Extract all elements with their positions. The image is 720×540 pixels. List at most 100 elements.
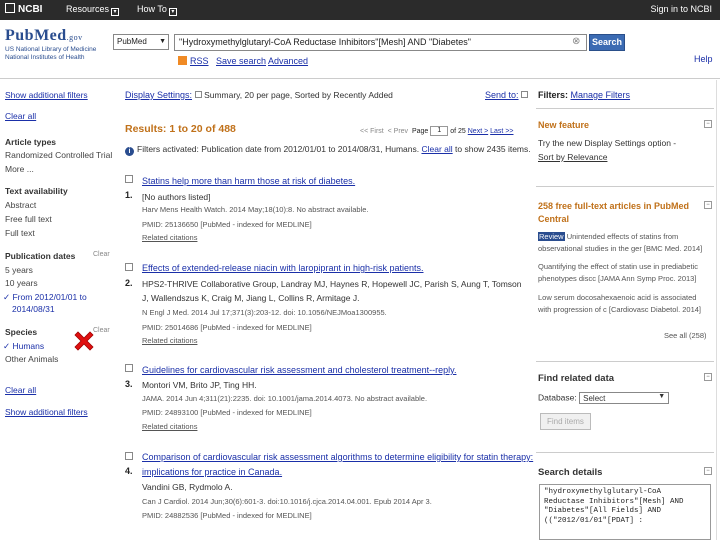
search-details-heading: Search details (538, 467, 603, 478)
filter-other-animals[interactable]: Other Animals (5, 354, 58, 364)
result-number: 2. (125, 278, 133, 288)
separator (536, 452, 714, 453)
send-to-menu[interactable]: Send to: (485, 90, 529, 100)
find-items-button[interactable]: Find items (540, 413, 591, 430)
howto-label: How To (137, 4, 167, 14)
free-article-3[interactable]: Low serum docosahexaenoic acid is associ… (538, 293, 696, 302)
review-badge: Review (538, 232, 565, 241)
howto-menu[interactable]: How To ▾ (137, 4, 177, 16)
free-article-3-line2: with progression of c [Cardiovasc Diabet… (538, 305, 702, 314)
filter-randomized-trial[interactable]: Randomized Controlled Trial (5, 150, 112, 160)
clear-search-icon[interactable]: ⊗ (572, 36, 580, 47)
collapse-icon[interactable]: − (704, 120, 712, 128)
filter-more-article-types[interactable]: More ... (5, 164, 34, 174)
rss-link[interactable]: RSS (178, 56, 209, 66)
free-article-1-line1: Unintended effects of statins from (566, 232, 679, 241)
rss-label: RSS (190, 56, 209, 66)
result-title[interactable]: Effects of extended-release niacin with … (142, 263, 424, 273)
result-checkbox[interactable] (125, 364, 133, 374)
free-article-1[interactable]: Review Unintended effects of statins fro… (538, 232, 678, 241)
filters-bar: Filters: Manage Filters (538, 90, 630, 100)
pubmed-logo[interactable]: PubMed.gov (5, 27, 83, 45)
resources-label: Resources (66, 4, 110, 14)
result-title[interactable]: Statins help more than harm those at ris… (142, 176, 355, 186)
display-settings-link[interactable]: Display Settings: (125, 90, 192, 100)
separator (536, 361, 714, 362)
database-value: PubMed (117, 37, 147, 46)
pubdates-clear-link[interactable]: Clear (93, 251, 110, 258)
search-input[interactable]: "Hydroxymethylglutaryl-CoA Reductase Inh… (174, 34, 587, 51)
resources-menu[interactable]: Resources ▾ (66, 4, 120, 16)
right-sidebar: Filters: Manage Filters New feature − Tr… (532, 80, 720, 540)
result-journal: Harv Mens Health Watch. 2014 May;18(10):… (142, 205, 369, 214)
filter-humans-selected[interactable]: ✓ Humans (3, 341, 44, 352)
collapse-icon[interactable]: − (704, 373, 712, 381)
filter-full-text[interactable]: Full text (5, 228, 35, 238)
filters-message: Filters activated: Publication date from… (137, 144, 420, 154)
search-button[interactable]: Search (589, 34, 625, 51)
result-authors: Montori VM, Brito JP, Ting HH. (142, 380, 257, 390)
save-search-link[interactable]: Save search (216, 56, 266, 66)
signin-link[interactable]: Sign in to NCBI (650, 4, 712, 14)
free-article-2-line2: phenotypes discc [JAMA Ann Symp Proc. 20… (538, 274, 697, 283)
search-details-textarea[interactable]: "hydroxymethylglutaryl-CoA Reductase Inh… (539, 484, 711, 540)
related-citations-link[interactable]: Related citations (142, 233, 197, 242)
related-citations-link[interactable]: Related citations (142, 422, 197, 431)
result-title[interactable]: Comparison of cardiovascular risk assess… (142, 452, 533, 462)
show-additional-filters-link[interactable]: Show additional filters (5, 90, 88, 100)
red-x-icon (74, 331, 94, 351)
logo-text: PubMed (5, 27, 67, 44)
article-types-heading: Article types (5, 137, 57, 147)
database-dropdown[interactable]: Select ▼ (579, 392, 670, 404)
find-items-label: Find items (540, 413, 591, 430)
ncbi-topbar: NCBI Resources ▾ How To ▾ Sign in to NCBI (0, 0, 720, 20)
related-citations-link[interactable]: Related citations (142, 336, 197, 345)
result-authors: HPS2-THRIVE Collaborative Group, Landray… (142, 279, 522, 289)
result-checkbox[interactable] (125, 175, 133, 185)
ncbi-brand[interactable]: NCBI (5, 3, 42, 15)
help-link[interactable]: Help (694, 54, 713, 64)
filters-clear-all-link[interactable]: Clear all (421, 144, 452, 154)
sort-by-relevance-link[interactable]: Sort by Relevance (538, 152, 607, 162)
chevron-down-icon (521, 91, 529, 98)
pager-page-input[interactable]: 1 (430, 126, 449, 136)
filter-date-range-selected[interactable]: ✓ From 2012/01/01 to (3, 292, 87, 303)
result-title[interactable]: Guidelines for cardiovascular risk asses… (142, 365, 456, 375)
new-feature-text: Try the new Display Settings option - (538, 138, 677, 148)
clear-all-link-2[interactable]: Clear all (5, 385, 36, 395)
database-select[interactable]: PubMed ▼ (113, 34, 169, 50)
filter-5-years[interactable]: 5 years (5, 265, 33, 275)
result-authors: Vandini GB, Rydmolo A. (142, 482, 233, 492)
pager-first[interactable]: << First (360, 128, 384, 135)
find-related-data-heading: Find related data (538, 373, 615, 384)
result-title-2[interactable]: implications for practice in Canada. (142, 467, 282, 477)
result-number: 1. (125, 190, 133, 200)
show-additional-filters-link-2[interactable]: Show additional filters (5, 407, 88, 417)
result-number: 4. (125, 466, 133, 476)
filter-abstract[interactable]: Abstract (5, 200, 36, 210)
filter-free-full-text[interactable]: Free full text (5, 214, 52, 224)
manage-filters-link[interactable]: Manage Filters (571, 90, 631, 100)
pager-prev[interactable]: < Prev (388, 128, 408, 135)
header-divider (0, 78, 720, 79)
pager-next[interactable]: Next > (468, 128, 488, 135)
filter-10-years[interactable]: 10 years (5, 278, 38, 288)
chevron-down-icon: ▼ (159, 38, 166, 45)
species-heading: Species (5, 327, 38, 337)
result-checkbox[interactable] (125, 452, 133, 462)
free-article-2[interactable]: Quantifying the effect of statin use in … (538, 262, 698, 271)
collapse-icon[interactable]: − (704, 201, 712, 209)
pager-page-label: Page (411, 127, 429, 135)
result-journal: Can J Cardiol. 2014 Jun;30(6):601-3. doi… (142, 497, 432, 506)
clear-all-link[interactable]: Clear all (5, 111, 36, 121)
see-all-link[interactable]: See all (258) (664, 331, 707, 340)
pager: << First < Prev Page 1 of 25 Next > Last… (360, 126, 514, 136)
collapse-icon[interactable]: − (704, 467, 712, 475)
advanced-link[interactable]: Advanced (268, 56, 308, 66)
result-checkbox[interactable] (125, 263, 133, 273)
text-availability-heading: Text availability (5, 186, 68, 196)
result-journal: N Engl J Med. 2014 Jul 17;371(3):203-12.… (142, 308, 387, 317)
pager-last[interactable]: Last >> (490, 128, 513, 135)
logo-sub-line1: US National Library of Medicine (5, 46, 97, 53)
separator (536, 108, 714, 109)
